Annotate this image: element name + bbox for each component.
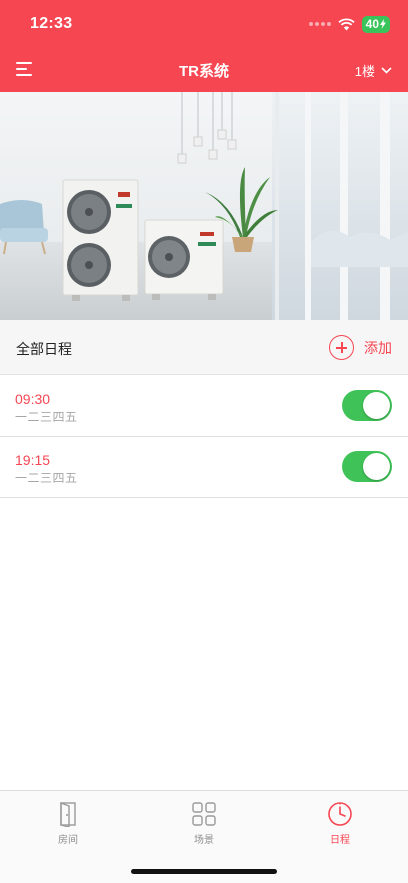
schedule-row[interactable]: 19:15 一二三四五: [0, 437, 408, 498]
tab-scenes[interactable]: 场景: [154, 801, 254, 846]
toggle-knob: [363, 453, 390, 480]
status-time: 12:33: [30, 15, 73, 32]
floor-selector[interactable]: 1楼: [355, 61, 392, 80]
schedule-row[interactable]: 09:30 一二三四五: [0, 376, 408, 437]
tab-schedule[interactable]: 日程: [290, 801, 390, 846]
toggle-knob: [363, 392, 390, 419]
clock-icon: [328, 802, 352, 826]
status-indicators: 40: [308, 15, 390, 33]
grid-icon: [192, 802, 216, 826]
tab-rooms[interactable]: 房间: [18, 801, 118, 846]
schedule-time: 09:30: [15, 391, 51, 407]
schedule-days: 一二三四五: [15, 471, 78, 485]
add-circle-icon: [329, 335, 354, 360]
battery-indicator: 40: [361, 15, 390, 33]
app-header: 12:33 40 TR系统 1楼: [0, 0, 408, 92]
cellular-signal-icon: [308, 22, 331, 26]
chevron-down-icon: [381, 67, 392, 74]
floor-label: 1楼: [354, 64, 375, 79]
add-schedule-button[interactable]: 添加: [329, 335, 392, 360]
schedule-toggle[interactable]: [342, 390, 392, 421]
wifi-icon: [338, 17, 355, 30]
tab-label: 场景: [194, 835, 214, 846]
section-title: 全部日程: [16, 341, 72, 357]
page-title: TR系统: [179, 63, 229, 80]
schedule-days: 一二三四五: [15, 410, 78, 424]
banner-image: [0, 92, 408, 320]
schedule-toggle[interactable]: [342, 451, 392, 482]
charging-bolt-icon: [380, 19, 386, 29]
door-icon: [60, 801, 76, 827]
tab-label: 房间: [58, 835, 78, 846]
battery-level: 40: [365, 17, 379, 31]
tab-label: 日程: [330, 835, 350, 846]
add-label: 添加: [364, 339, 392, 356]
home-indicator: [131, 869, 277, 874]
schedule-section-header: 全部日程 添加: [0, 320, 408, 375]
schedule-time: 19:15: [15, 452, 51, 468]
